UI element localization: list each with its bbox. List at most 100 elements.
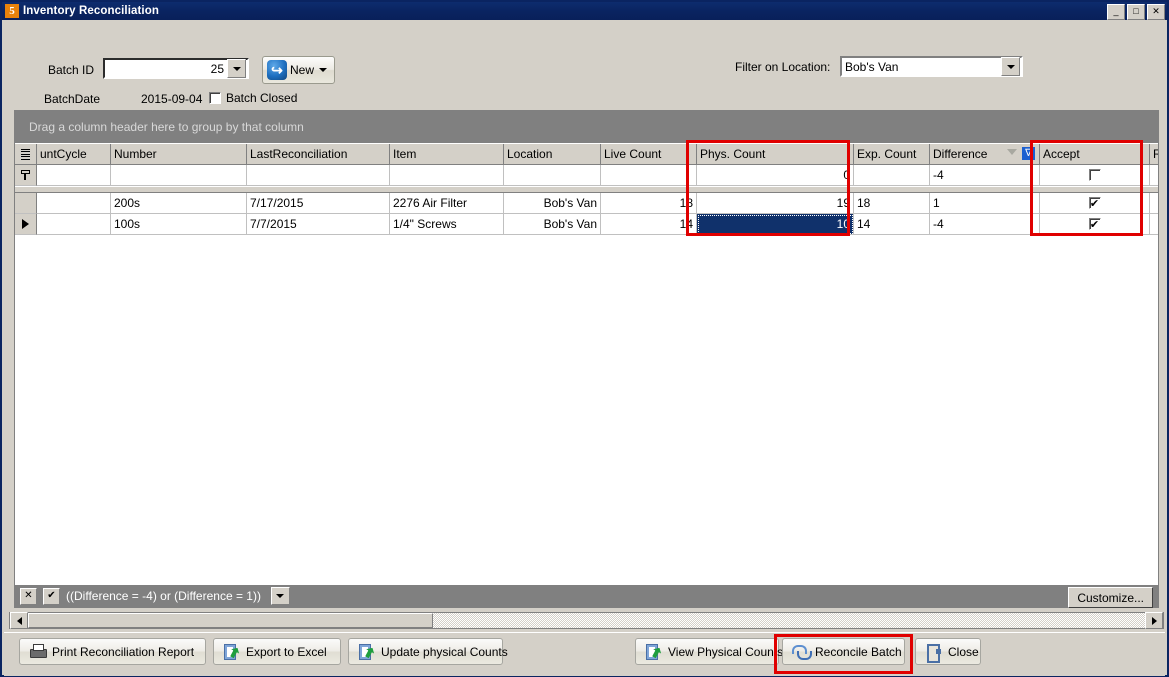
grid-header-indicator[interactable] [15, 144, 37, 164]
grid-cell-accept[interactable]: ✔ [1040, 214, 1150, 235]
grid-header-livecount[interactable]: Live Count [601, 144, 697, 164]
grid-header-item[interactable]: Item [390, 144, 504, 164]
grid-menu-icon[interactable] [21, 148, 30, 160]
grid-header-lastreconciliation[interactable]: LastReconciliation [247, 144, 390, 164]
close-window-button[interactable]: ✕ [1147, 4, 1165, 20]
bottom-toolbar: Print Reconciliation Report Export to Ex… [4, 632, 1165, 676]
grid-filter-cell-location[interactable] [504, 165, 601, 186]
scroll-left-button[interactable] [10, 612, 28, 629]
grid-cell-livecount[interactable]: 14 [601, 214, 697, 235]
remove-filter-button[interactable]: ✕ [20, 587, 37, 605]
grid-filter-cell-expcount[interactable] [854, 165, 930, 186]
filter-enabled-checkbox[interactable]: ✔ [43, 587, 60, 605]
filter-history-dropdown[interactable] [270, 587, 290, 605]
grid-header-label-countcycle: untCycle [40, 147, 87, 161]
batch-closed-group[interactable]: Batch Closed [209, 91, 297, 105]
scroll-right-button[interactable] [1145, 612, 1163, 629]
table-row[interactable]: 200s 7/17/2015 2276 Air Filter Bob's Van 18 1… [15, 193, 1158, 214]
customize-filter-button[interactable]: Customize... [1068, 587, 1153, 608]
grid-cell-location[interactable]: Bob's Van [504, 214, 601, 235]
grid-cell-item[interactable]: 1/4" Screws [390, 214, 504, 235]
grid-filter-cell-number[interactable] [111, 165, 247, 186]
grid-filter-cell-livecount[interactable] [601, 165, 697, 186]
batch-id-combo[interactable]: 25 [103, 58, 249, 79]
grid-filter-cell-lastreconciliation[interactable] [247, 165, 390, 186]
column-filter-icon[interactable]: ∇ [1022, 147, 1035, 160]
sort-descending-icon[interactable] [1007, 149, 1017, 155]
grid-cell-value-difference: 1 [933, 196, 940, 210]
print-reconciliation-report-button[interactable]: Print Reconciliation Report [19, 638, 206, 665]
maximize-button[interactable]: □ [1127, 4, 1145, 20]
grid-cell-value-item: 1/4" Screws [393, 217, 457, 231]
group-by-panel[interactable]: Drag a column header here to group by th… [15, 111, 1158, 143]
batch-id-dropdown-button[interactable] [227, 59, 246, 78]
close-button[interactable]: Close [915, 638, 981, 665]
grid-header-countcycle[interactable]: untCycle [37, 144, 111, 164]
accept-checkbox[interactable]: ✔ [1088, 218, 1101, 230]
grid-cell-expcount[interactable]: 14 [854, 214, 930, 235]
grid-filter-cell-item[interactable] [390, 165, 504, 186]
minimize-button[interactable]: _ [1107, 4, 1125, 20]
horizontal-scrollbar[interactable] [9, 612, 1164, 629]
new-batch-button[interactable]: ↪ New [262, 56, 335, 84]
grid-cell-lastreconciliation[interactable]: 7/7/2015 [247, 214, 390, 235]
grid-cell-re[interactable] [1150, 193, 1158, 214]
chevron-down-icon[interactable] [319, 68, 328, 72]
grid-header-location[interactable]: Location [504, 144, 601, 164]
grid-header-re[interactable]: Re [1150, 144, 1158, 164]
grid-filter-cell-countcycle[interactable] [37, 165, 111, 186]
grid-filter-cell-indicator[interactable] [15, 165, 37, 186]
grid-cell-value-lastreconciliation: 7/7/2015 [250, 217, 297, 231]
grid-filter-row[interactable]: 0 -4 [15, 165, 1158, 186]
filter-location-dropdown-button[interactable] [1001, 57, 1020, 76]
grid-header-accept[interactable]: Accept [1040, 144, 1150, 164]
filter-funnel-icon [21, 170, 30, 180]
grid-cell-location[interactable]: Bob's Van [504, 193, 601, 214]
grid-cell-livecount[interactable]: 18 [601, 193, 697, 214]
update-physical-counts-button[interactable]: Update physical Counts [348, 638, 508, 665]
grid-cell-lastreconciliation[interactable]: 7/17/2015 [247, 193, 390, 214]
grid-header-row: untCycle Number LastReconciliation Item Loca… [15, 143, 1158, 165]
grid-cell-difference[interactable]: -4 [930, 214, 1040, 235]
grid-header-difference[interactable]: Difference ∇ [930, 144, 1040, 164]
grid-cell-number[interactable]: 200s [111, 193, 247, 214]
grid-filter-cell-re[interactable] [1150, 165, 1158, 186]
grid-header-number[interactable]: Number [111, 144, 247, 164]
filter-expression-text: ((Difference = -4) or (Difference = 1)) [66, 589, 261, 603]
grid-cell-indicator[interactable] [15, 214, 37, 235]
grid-cell-value-physcount: 19 [836, 196, 850, 210]
grid-header-expcount[interactable]: Exp. Count [854, 144, 930, 164]
filter-accept-checkbox[interactable] [1088, 169, 1101, 181]
accept-checkbox[interactable]: ✔ [1088, 197, 1101, 209]
grid-header-physcount[interactable]: Phys. Count [697, 144, 854, 164]
grid-cell-countcycle[interactable] [37, 193, 111, 214]
grid-cell-expcount[interactable]: 18 [854, 193, 930, 214]
chevron-down-icon [232, 66, 241, 71]
grid-cell-indicator[interactable] [15, 193, 37, 214]
grid-cell-physcount[interactable]: 19 [697, 193, 854, 214]
chevron-left-icon [16, 616, 22, 625]
grid-cell-countcycle[interactable] [37, 214, 111, 235]
reconciliation-grid[interactable]: Drag a column header here to group by th… [14, 110, 1159, 608]
grid-filter-cell-difference[interactable]: -4 [930, 165, 1040, 186]
reconcile-batch-button[interactable]: Reconcile Batch [782, 638, 905, 665]
horizontal-scrollbar-thumb[interactable] [28, 613, 433, 628]
grid-cell-accept[interactable]: ✔ [1040, 193, 1150, 214]
grid-cell-value-number: 100s [114, 217, 141, 231]
view-physical-counts-button[interactable]: View Physical Counts [635, 638, 783, 665]
batch-closed-checkbox[interactable] [209, 92, 221, 104]
horizontal-scrollbar-track[interactable] [433, 613, 1145, 628]
grid-cell-physcount[interactable]: 10 [697, 214, 854, 235]
grid-filter-cell-physcount[interactable]: 0 [697, 165, 854, 186]
window-title: Inventory Reconciliation [23, 5, 159, 17]
grid-filter-value-difference: -4 [933, 168, 944, 182]
grid-cell-re[interactable] [1150, 214, 1158, 235]
grid-cell-number[interactable]: 100s [111, 214, 247, 235]
inventory-reconciliation-window: 5 Inventory Reconciliation _ □ ✕ Batch I… [0, 0, 1169, 677]
filter-location-combo[interactable]: Bob's Van [840, 56, 1023, 77]
grid-filter-cell-accept[interactable] [1040, 165, 1150, 186]
grid-cell-difference[interactable]: 1 [930, 193, 1040, 214]
export-to-excel-button[interactable]: Export to Excel [213, 638, 341, 665]
grid-cell-item[interactable]: 2276 Air Filter [390, 193, 504, 214]
table-row[interactable]: 100s 7/7/2015 1/4" Screws Bob's Van 14 10 14 -4… [15, 214, 1158, 235]
